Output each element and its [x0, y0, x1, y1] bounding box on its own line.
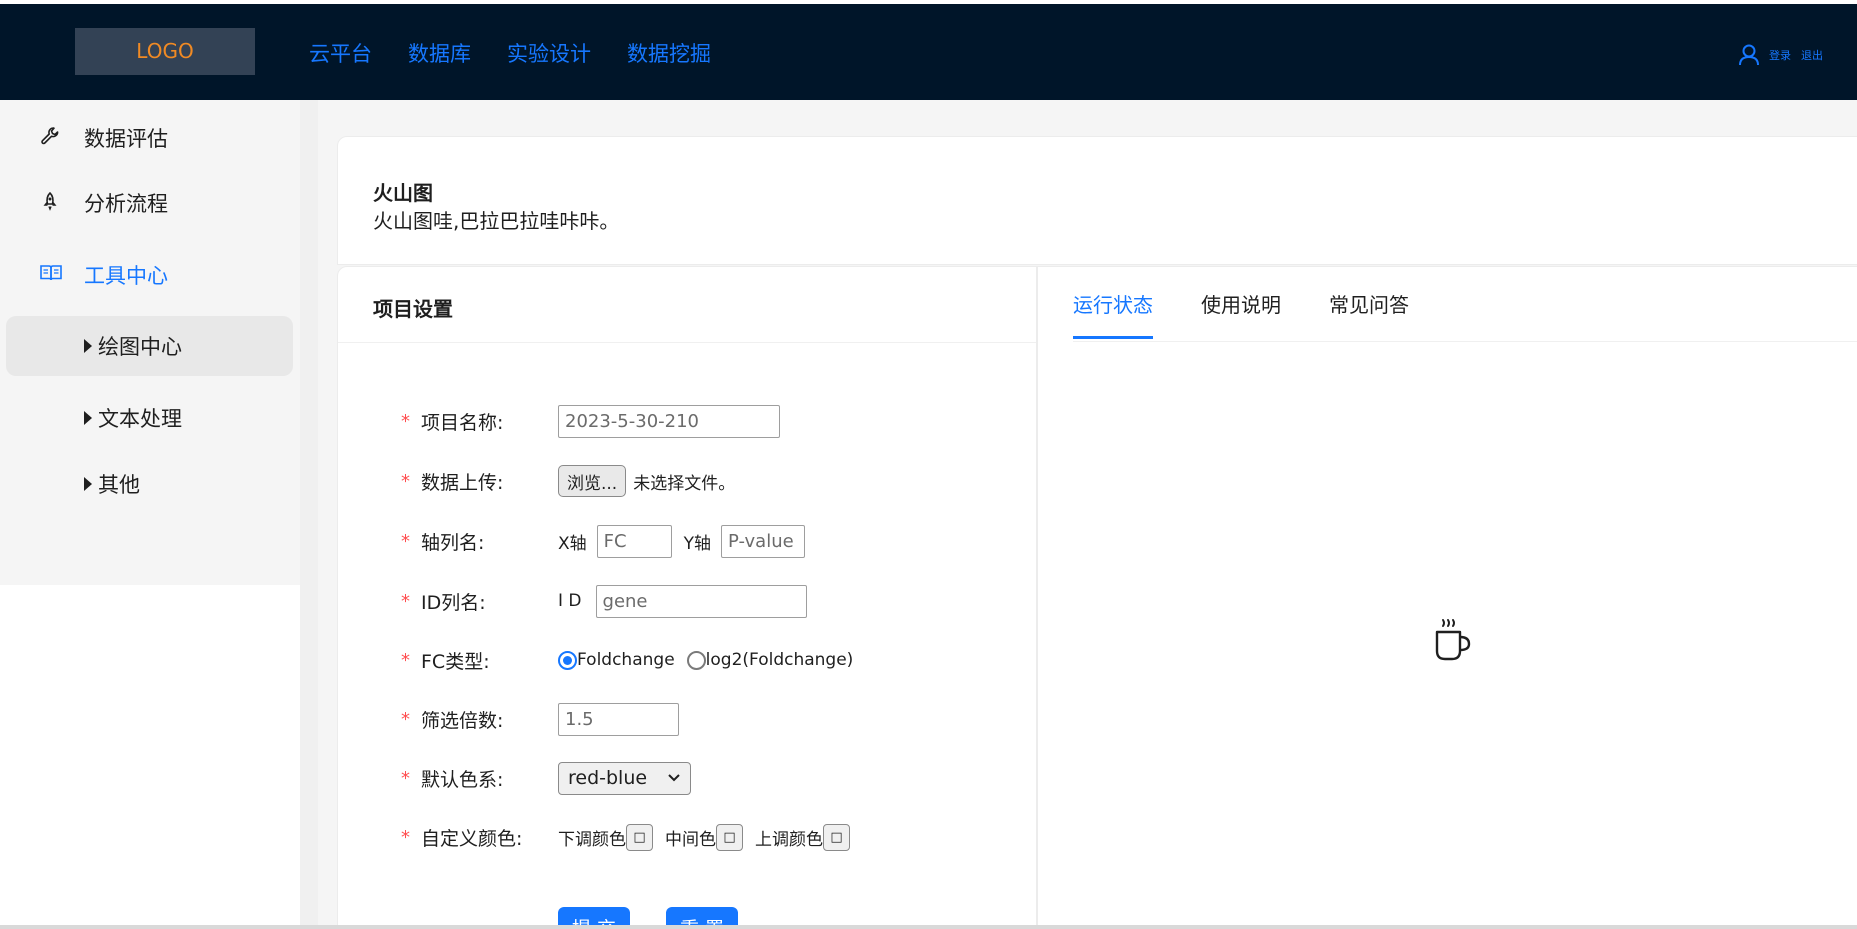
- nav-database[interactable]: 数据库: [408, 38, 471, 68]
- browse-file-button[interactable]: 浏览...: [558, 465, 627, 497]
- sidebar-subitem-plot-center[interactable]: 绘图中心: [6, 316, 293, 376]
- rocket-icon: [40, 191, 60, 215]
- down-color-picker[interactable]: □: [626, 823, 653, 851]
- project-settings-card: 项目设置 * 项目名称: 2023-5-30-210 * 数据上传: 浏览...…: [337, 266, 1037, 929]
- form-label: ID列名:: [421, 591, 486, 614]
- form-row-custom-color: * 自定义颜色: 下调颜色 □ 中间色 □ 上调颜色 □: [401, 820, 862, 854]
- form-row-project-name: * 项目名称: 2023-5-30-210: [401, 404, 780, 438]
- required-mark: *: [401, 826, 410, 848]
- sidebar-subitem-label: 其他: [98, 473, 140, 497]
- required-mark: *: [401, 410, 410, 432]
- form-row-fc-type: * FC类型: Foldchange log2(Foldchange): [401, 643, 865, 677]
- sidebar-item-analysis-flow[interactable]: 分析流程: [0, 177, 300, 229]
- caret-right-icon: [84, 339, 92, 353]
- tab-faq[interactable]: 常见问答: [1329, 289, 1409, 339]
- palette-select[interactable]: red-blue: [558, 761, 692, 795]
- radio-foldchange[interactable]: [558, 650, 577, 670]
- sidebar-subitem-label: 绘图中心: [98, 335, 182, 359]
- tabs-divider: [1073, 341, 1857, 342]
- caret-right-icon: [84, 411, 92, 425]
- sidebar-subitem-other[interactable]: 其他: [6, 454, 293, 514]
- sidebar-subitem-text-processing[interactable]: 文本处理: [6, 388, 293, 448]
- form-label: 项目名称:: [421, 411, 504, 434]
- project-name-input[interactable]: 2023-5-30-210: [558, 404, 780, 438]
- sidebar-item-label: 数据评估: [84, 127, 168, 151]
- x-axis-input[interactable]: FC: [596, 524, 672, 558]
- up-color-picker[interactable]: □: [823, 823, 850, 851]
- logout-link[interactable]: 退出: [1801, 47, 1823, 63]
- book-icon: [40, 264, 62, 286]
- id-prefix-label: I D: [558, 591, 582, 611]
- required-mark: *: [401, 767, 410, 789]
- radio-log2-foldchange[interactable]: [686, 650, 706, 670]
- page-title: 火山图: [373, 181, 433, 205]
- sidebar-item-label: 工具中心: [84, 264, 168, 288]
- up-color-label: 上调颜色: [755, 829, 823, 850]
- tab-run-status[interactable]: 运行状态: [1073, 289, 1153, 339]
- radio-label: Foldchange: [577, 650, 675, 670]
- id-column-input[interactable]: gene: [595, 584, 807, 618]
- required-mark: *: [401, 649, 410, 671]
- intro-card: 火山图 火山图哇,巴拉巴拉哇咔咔。: [337, 136, 1857, 265]
- form-label: 自定义颜色:: [421, 827, 523, 850]
- status-tabs: 运行状态 使用说明 常见问答: [1073, 289, 1409, 339]
- chevron-down-icon: [668, 774, 680, 782]
- x-axis-label: X轴: [558, 533, 587, 554]
- required-mark: *: [401, 470, 410, 492]
- login-link[interactable]: 登录: [1769, 47, 1791, 63]
- required-mark: *: [401, 590, 410, 612]
- form-row-upload: * 数据上传: 浏览... 未选择文件。: [401, 464, 735, 498]
- down-color-label: 下调颜色: [558, 829, 626, 850]
- fold-change-input[interactable]: 1.5: [558, 702, 679, 736]
- user-icon[interactable]: [1739, 44, 1759, 66]
- bottom-strip: [0, 925, 1857, 929]
- coffee-cup-icon: [1433, 617, 1473, 667]
- radio-label: log2(Foldchange): [705, 650, 854, 670]
- form-label: FC类型:: [421, 650, 490, 673]
- nav-experiment-design[interactable]: 实验设计: [507, 38, 591, 68]
- y-axis-label: Y轴: [683, 533, 712, 554]
- top-header: LOGO 云平台 数据库 实验设计 数据挖掘 登录 退出: [0, 4, 1857, 100]
- form-row-fold: * 筛选倍数: 1.5: [401, 702, 679, 736]
- settings-divider: [338, 342, 1036, 343]
- file-status-text: 未选择文件。: [633, 473, 736, 494]
- nav-cloud-platform[interactable]: 云平台: [309, 38, 372, 68]
- required-mark: *: [401, 530, 410, 552]
- run-status-card: 运行状态 使用说明 常见问答: [1037, 266, 1857, 929]
- sidebar-item-label: 分析流程: [84, 192, 168, 216]
- y-axis-input[interactable]: P-value: [721, 524, 806, 558]
- content-gutter: [300, 100, 318, 929]
- palette-select-value: red-blue: [568, 767, 648, 789]
- sidebar-subitem-label: 文本处理: [98, 407, 182, 431]
- nav-data-mining[interactable]: 数据挖掘: [627, 38, 711, 68]
- user-area: 登录 退出: [1739, 44, 1823, 66]
- sidebar-item-tool-center[interactable]: 工具中心: [0, 249, 300, 301]
- wrench-icon: [40, 126, 60, 150]
- form-row-id: * ID列名: I D gene: [401, 584, 807, 618]
- logo[interactable]: LOGO: [75, 28, 255, 75]
- form-label: 轴列名:: [421, 531, 485, 554]
- form-label: 默认色系:: [421, 768, 504, 791]
- top-nav: 云平台 数据库 实验设计 数据挖掘: [309, 38, 711, 68]
- page-description: 火山图哇,巴拉巴拉哇咔咔。: [373, 209, 620, 233]
- sidebar-item-data-assessment[interactable]: 数据评估: [0, 112, 300, 164]
- form-row-axis: * 轴列名: X轴 FC Y轴 P-value: [401, 524, 806, 558]
- caret-right-icon: [84, 477, 92, 491]
- form-label: 筛选倍数:: [421, 709, 504, 732]
- form-label: 数据上传:: [421, 471, 504, 494]
- mid-color-label: 中间色: [665, 829, 716, 850]
- tab-usage-guide[interactable]: 使用说明: [1201, 289, 1281, 339]
- required-mark: *: [401, 708, 410, 730]
- form-row-palette: * 默认色系: red-blue: [401, 761, 692, 795]
- mid-color-picker[interactable]: □: [716, 823, 743, 851]
- settings-title: 项目设置: [373, 297, 453, 321]
